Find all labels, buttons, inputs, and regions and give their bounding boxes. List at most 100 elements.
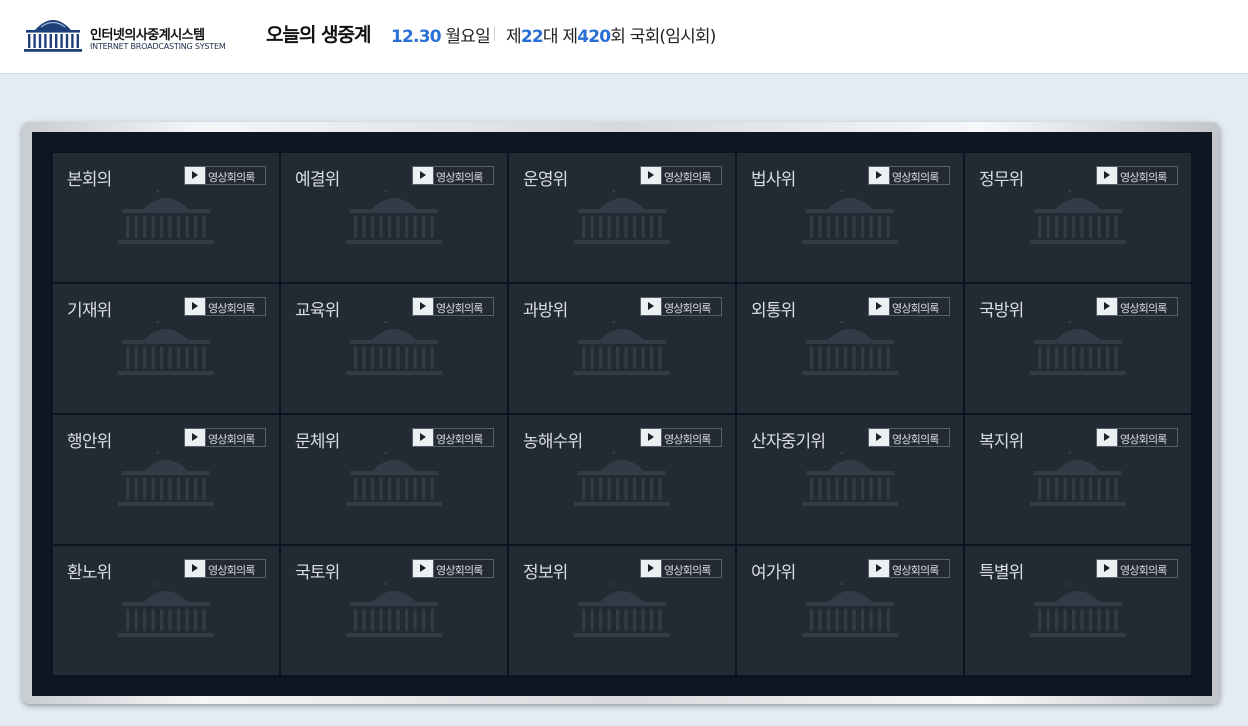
committee-tile-19[interactable]: 여가위 영상회의록	[737, 546, 963, 675]
play-icon	[185, 560, 206, 577]
committee-name: 운영위	[523, 170, 568, 190]
header-divider	[494, 26, 495, 41]
vod-minutes-label: 영상회의록	[892, 433, 939, 446]
vod-minutes-button[interactable]: 영상회의록	[1096, 559, 1178, 578]
play-icon	[1097, 167, 1118, 184]
vod-minutes-button[interactable]: 영상회의록	[868, 297, 950, 316]
vod-minutes-label: 영상회의록	[436, 564, 483, 577]
assembly-building-icon	[346, 583, 442, 637]
committee-tile-13[interactable]: 농해수위 영상회의록	[509, 415, 735, 544]
vod-minutes-label: 영상회의록	[208, 433, 255, 446]
vod-minutes-button[interactable]: 영상회의록	[868, 428, 950, 447]
committee-name: 교육위	[295, 301, 340, 321]
committee-tile-10[interactable]: 국방위 영상회의록	[965, 284, 1191, 413]
assembly-building-icon	[118, 583, 214, 637]
vod-minutes-label: 영상회의록	[1120, 302, 1167, 315]
play-icon	[1097, 429, 1118, 446]
assembly-building-icon	[346, 190, 442, 244]
assembly-building-icon	[802, 583, 898, 637]
broadcast-date: 12.30 월요일	[391, 22, 491, 47]
assembly-building-icon	[1030, 321, 1126, 375]
committee-name: 특별위	[979, 563, 1024, 583]
vod-minutes-label: 영상회의록	[892, 302, 939, 315]
committee-tile-16[interactable]: 환노위 영상회의록	[53, 546, 279, 675]
vod-minutes-button[interactable]: 영상회의록	[184, 428, 266, 447]
vod-minutes-button[interactable]: 영상회의록	[1096, 428, 1178, 447]
vod-minutes-button[interactable]: 영상회의록	[640, 297, 722, 316]
vod-minutes-button[interactable]: 영상회의록	[184, 166, 266, 185]
vod-minutes-button[interactable]: 영상회의록	[184, 559, 266, 578]
vod-minutes-button[interactable]: 영상회의록	[868, 559, 950, 578]
committee-tile-1[interactable]: 본회의 영상회의록	[53, 153, 279, 282]
committee-tile-17[interactable]: 국토위 영상회의록	[281, 546, 507, 675]
vod-minutes-label: 영상회의록	[664, 302, 711, 315]
vod-minutes-label: 영상회의록	[664, 171, 711, 184]
assembly-building-icon	[574, 190, 670, 244]
committee-tile-12[interactable]: 문체위 영상회의록	[281, 415, 507, 544]
vod-minutes-label: 영상회의록	[664, 433, 711, 446]
committee-tile-4[interactable]: 법사위 영상회의록	[737, 153, 963, 282]
assembly-building-icon	[118, 452, 214, 506]
vod-minutes-label: 영상회의록	[436, 171, 483, 184]
vod-minutes-button[interactable]: 영상회의록	[1096, 166, 1178, 185]
vod-minutes-label: 영상회의록	[892, 564, 939, 577]
committee-name: 예결위	[295, 170, 340, 190]
assembly-building-icon	[24, 20, 82, 52]
committee-name: 법사위	[751, 170, 796, 190]
committee-name: 정무위	[979, 170, 1024, 190]
committee-tile-2[interactable]: 예결위 영상회의록	[281, 153, 507, 282]
vod-minutes-button[interactable]: 영상회의록	[412, 297, 494, 316]
page-title: 오늘의 생중계	[266, 24, 371, 46]
committee-tile-9[interactable]: 외통위 영상회의록	[737, 284, 963, 413]
committee-tile-20[interactable]: 특별위 영상회의록	[965, 546, 1191, 675]
assembly-building-icon	[118, 190, 214, 244]
play-icon	[413, 429, 434, 446]
session-prefix: 제	[506, 27, 522, 47]
vod-minutes-label: 영상회의록	[892, 171, 939, 184]
committee-tile-8[interactable]: 과방위 영상회의록	[509, 284, 735, 413]
assembly-building-icon	[1030, 452, 1126, 506]
site-logo[interactable]: 인터넷의사중계시스템 INTERNET BROADCASTING SYSTEM	[22, 15, 232, 55]
play-icon	[869, 560, 890, 577]
vod-minutes-button[interactable]: 영상회의록	[640, 428, 722, 447]
weekday: 월요일	[445, 27, 490, 47]
committee-tile-14[interactable]: 산자중기위 영상회의록	[737, 415, 963, 544]
vod-minutes-button[interactable]: 영상회의록	[412, 559, 494, 578]
committee-tile-7[interactable]: 교육위 영상회의록	[281, 284, 507, 413]
play-icon	[641, 298, 662, 315]
committee-name: 본회의	[67, 170, 112, 190]
play-icon	[1097, 560, 1118, 577]
committee-tile-6[interactable]: 기재위 영상회의록	[53, 284, 279, 413]
committee-tile-11[interactable]: 행안위 영상회의록	[53, 415, 279, 544]
play-icon	[641, 167, 662, 184]
committee-tile-15[interactable]: 복지위 영상회의록	[965, 415, 1191, 544]
assembly-building-icon	[802, 452, 898, 506]
logo-subtitle: INTERNET BROADCASTING SYSTEM	[90, 42, 226, 51]
committee-name: 과방위	[523, 301, 568, 321]
vod-minutes-label: 영상회의록	[1120, 564, 1167, 577]
assembly-building-icon	[1030, 190, 1126, 244]
committee-name: 여가위	[751, 563, 796, 583]
assembly-building-icon	[802, 190, 898, 244]
play-icon	[185, 429, 206, 446]
vod-minutes-button[interactable]: 영상회의록	[868, 166, 950, 185]
play-icon	[641, 429, 662, 446]
committee-tile-5[interactable]: 정무위 영상회의록	[965, 153, 1191, 282]
session-mid: 대 제	[542, 27, 578, 47]
vod-minutes-button[interactable]: 영상회의록	[412, 428, 494, 447]
play-icon	[869, 429, 890, 446]
vod-minutes-button[interactable]: 영상회의록	[184, 297, 266, 316]
vod-minutes-button[interactable]: 영상회의록	[640, 559, 722, 578]
committee-tile-18[interactable]: 정보위 영상회의록	[509, 546, 735, 675]
play-icon	[413, 167, 434, 184]
committee-name: 기재위	[67, 301, 112, 321]
committee-tile-3[interactable]: 운영위 영상회의록	[509, 153, 735, 282]
play-icon	[869, 167, 890, 184]
vod-minutes-button[interactable]: 영상회의록	[412, 166, 494, 185]
vod-minutes-label: 영상회의록	[1120, 171, 1167, 184]
committee-name: 행안위	[67, 432, 112, 452]
vod-minutes-button[interactable]: 영상회의록	[1096, 297, 1178, 316]
vod-minutes-button[interactable]: 영상회의록	[640, 166, 722, 185]
logo-title: 인터넷의사중계시스템	[90, 28, 205, 43]
vod-minutes-label: 영상회의록	[436, 433, 483, 446]
